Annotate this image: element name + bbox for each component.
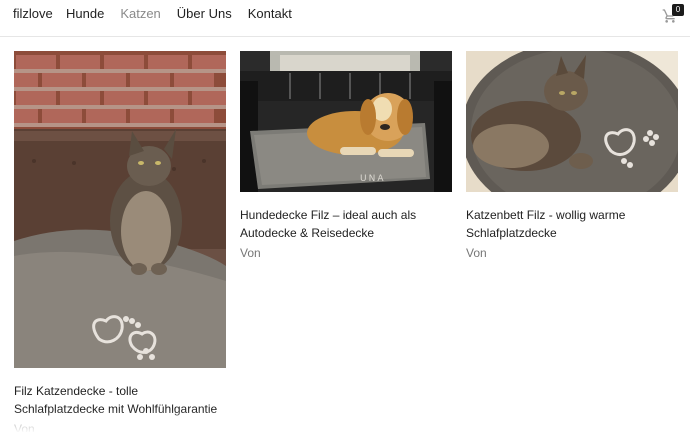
top-navigation-bar: filzlove Hunde Katzen Über Uns Kontakt 0 [0,0,690,37]
nav-item-hunde[interactable]: Hunde [66,6,104,21]
main-nav: Hunde Katzen Über Uns Kontakt [66,6,308,21]
product-image-dog-on-felt-blanket-in-car[interactable]: UNA [240,51,452,192]
product-price-label: Von [14,422,35,432]
nav-item-katzen[interactable]: Katzen [120,6,160,21]
product-card-hundedecke[interactable]: UNA Hundedecke Filz – ideal auch als Aut… [240,51,452,262]
product-image-cat-lying-on-round-felt-bed[interactable] [466,51,678,192]
product-title[interactable]: Hundedecke Filz – ideal auch als Autodec… [240,206,452,242]
product-price-label: Von [466,246,487,260]
nav-item-ueber-uns[interactable]: Über Uns [177,6,232,21]
cart-button[interactable]: 0 [660,4,688,30]
nav-item-kontakt[interactable]: Kontakt [248,6,292,21]
product-card-katzenbett[interactable]: Katzenbett Filz - wollig warme Schlafpla… [466,51,678,262]
product-card-katzendecke[interactable]: Filz Katzendecke - tolle Schlafplatzdeck… [14,51,226,432]
product-title[interactable]: Filz Katzendecke - tolle Schlafplatzdeck… [14,382,226,418]
brand-logo-link[interactable]: filzlove [13,6,53,21]
product-image-cat-on-felt-blanket[interactable] [14,51,226,368]
cart-count-badge: 0 [672,4,684,16]
product-title[interactable]: Katzenbett Filz - wollig warme Schlafpla… [466,206,678,242]
svg-text:UNA: UNA [360,174,385,184]
product-price-label: Von [240,246,261,260]
